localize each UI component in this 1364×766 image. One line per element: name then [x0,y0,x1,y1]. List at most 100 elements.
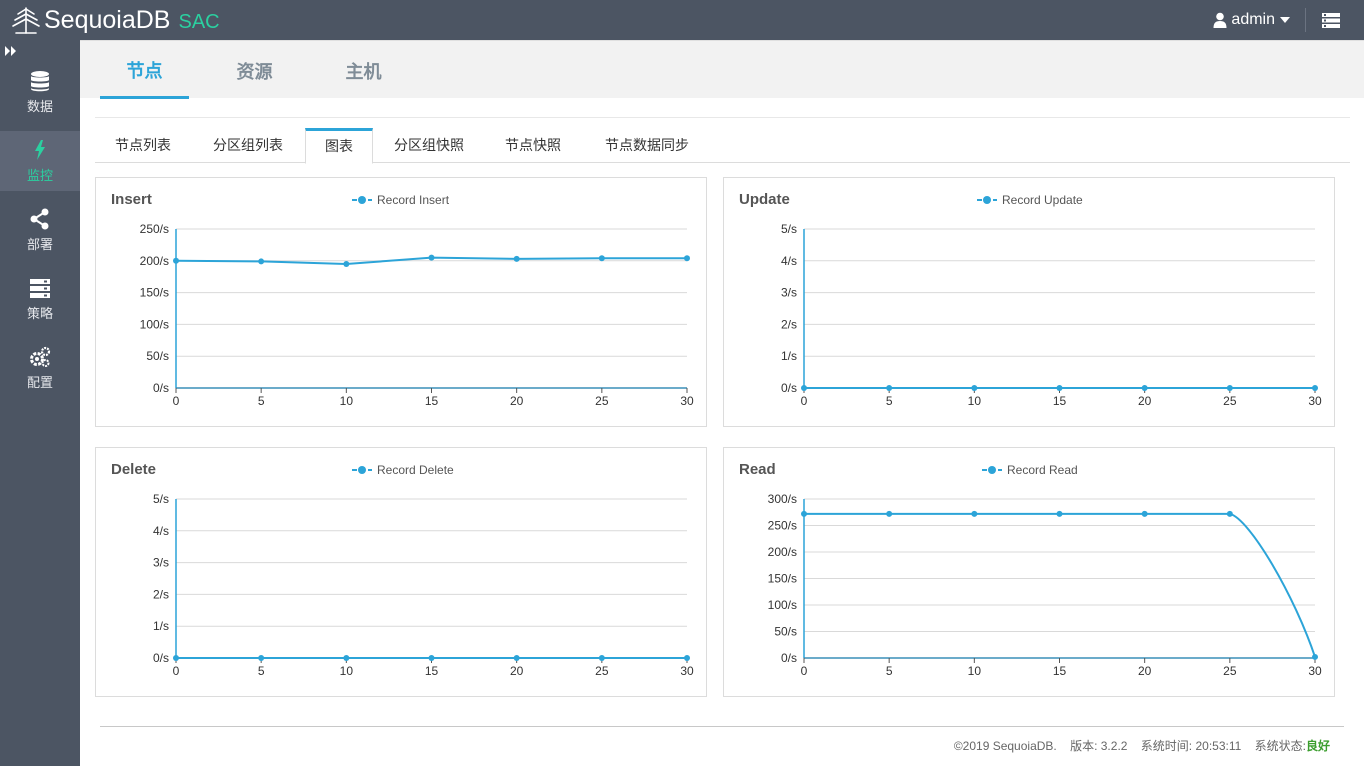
chart-title: Insert [111,191,152,208]
x-tick-label: 30 [1308,664,1322,678]
footer-version: 版本: 3.2.2 [1070,739,1128,753]
x-tick-label: 0 [801,394,808,408]
read-chart: Read Record Read0/s50/s100/s150/s200/s250… [739,461,1322,678]
footer-status-label: 系统状态: [1254,739,1306,753]
x-tick-label: 0 [801,664,808,678]
y-tick-label: 150/s [140,286,169,300]
data-point [258,258,265,265]
subtab-group-list[interactable]: 分区组列表 [195,128,301,163]
footer-system-time: 系统时间: 20:53:11 [1140,739,1242,753]
data-point [1141,510,1148,517]
divider [95,117,1350,118]
y-tick-label: 200/s [768,545,797,559]
data-point [513,255,520,262]
x-tick-label: 20 [1138,394,1152,408]
x-tick-label: 20 [510,664,524,678]
tab-resource[interactable]: 资源 [210,41,299,99]
y-tick-label: 1/s [781,349,797,363]
data-point [428,254,435,261]
lightning-icon [35,139,45,160]
sidebar-item-label: 配置 [26,374,53,390]
y-tick-label: 150/s [768,572,797,586]
user-menu[interactable]: admin [1213,0,1290,40]
y-tick-label: 250/s [140,222,169,236]
x-tick-label: 25 [595,664,609,678]
data-point [173,257,179,264]
chart-panel-read: Read Record Read 0/s 50/s 100/s 150/s 200/s 250… [723,447,1335,697]
database-icon [31,70,49,91]
sidebar-toggle[interactable] [0,40,80,62]
x-tick-label: 15 [1053,394,1067,408]
x-tick-label: 0 [173,394,180,408]
subtab-charts[interactable]: 图表 [305,128,373,164]
y-tick-label: 2/s [153,587,169,601]
tab-host[interactable]: 主机 [319,41,408,99]
chart-title: Update [739,191,790,208]
chart-title: Delete [111,461,156,478]
insert-chart: Insert Record Insert 0/s 50/s 100/s 150/s 200/… [111,191,694,408]
sidebar-item-data[interactable]: 数据 [0,62,80,122]
chart-panel-insert: Insert Record Insert 0/s 50/s 100/s 150/s 200/… [95,177,707,427]
subtab-group-snapshot[interactable]: 分区组快照 [379,128,479,163]
logo[interactable]: SequoiaDB SAC [10,0,220,40]
subtab-node-sync[interactable]: 节点数据同步 [589,128,705,163]
y-tick-label: 5/s [781,222,797,236]
y-tick-label: 0/s [781,381,797,395]
sidebar-item-strategy[interactable]: 策略 [0,269,80,329]
sidebar-item-label: 数据 [26,98,53,114]
x-tick-label: 10 [968,664,982,678]
chevron-down-icon [1280,17,1290,23]
x-tick-label: 25 [1223,664,1237,678]
x-tick-label: 15 [425,394,439,408]
header-divider [1305,8,1306,32]
legend-marker [983,196,991,204]
legend-marker [358,196,366,204]
y-tick-label: 3/s [781,286,797,300]
data-point [801,510,807,517]
data-point [1056,510,1063,517]
sidebar-item-monitor[interactable]: 监控 [0,131,80,191]
data-point [343,260,350,267]
top-header: SequoiaDB SAC admin [0,0,1364,40]
x-tick-label: 5 [886,664,893,678]
x-tick-label: 25 [595,394,609,408]
server-icon [30,278,50,298]
sidebar-item-label: 策略 [26,305,53,321]
y-tick-label: 100/s [140,317,169,331]
tab-node[interactable]: 节点 [100,41,189,99]
data-point [886,385,893,391]
legend-label: Record Insert [377,193,450,207]
data-point [801,385,807,391]
status-badge: 良好 [1305,739,1330,753]
data-point [343,655,350,661]
sub-tab-bar: 节点列表 分区组列表 图表 分区组快照 节点快照 节点数据同步 [95,128,1350,164]
data-point [598,255,605,262]
data-point [1141,385,1148,391]
sidebar-item-config[interactable]: 配置 [0,338,80,398]
y-tick-label: 4/s [153,524,169,538]
subtab-node-snapshot[interactable]: 节点快照 [487,128,579,163]
y-tick-label: 4/s [781,254,797,268]
data-point [684,255,690,262]
data-point [1312,385,1318,391]
data-point [971,385,978,391]
chart-panel-update: Update Record Update 0/s 1/s 2/s 3/s 4/s 5/s 0 5 1… [723,177,1335,427]
subtab-node-list[interactable]: 节点列表 [95,128,191,163]
logo-text: SequoiaDB [44,5,171,34]
x-tick-label: 20 [1138,664,1152,678]
menu-list-icon[interactable] [1322,10,1340,30]
x-tick-label: 20 [510,394,524,408]
x-tick-label: 5 [886,394,893,408]
x-tick-label: 10 [340,664,354,678]
data-point [428,655,435,661]
tree-logo-icon [12,7,40,34]
sidebar-item-deploy[interactable]: 部署 [0,200,80,260]
data-point [513,655,520,661]
user-name: admin [1231,11,1275,28]
y-tick-label: 100/s [768,598,797,612]
data-point [1226,510,1233,517]
y-tick-label: 0/s [153,381,169,395]
data-point [173,655,179,661]
delete-chart: Delete Record Delete 0/s 1/s 2/s 3/s 4/s 5/s 0 5 1… [111,461,694,678]
y-tick-label: 250/s [768,519,797,533]
